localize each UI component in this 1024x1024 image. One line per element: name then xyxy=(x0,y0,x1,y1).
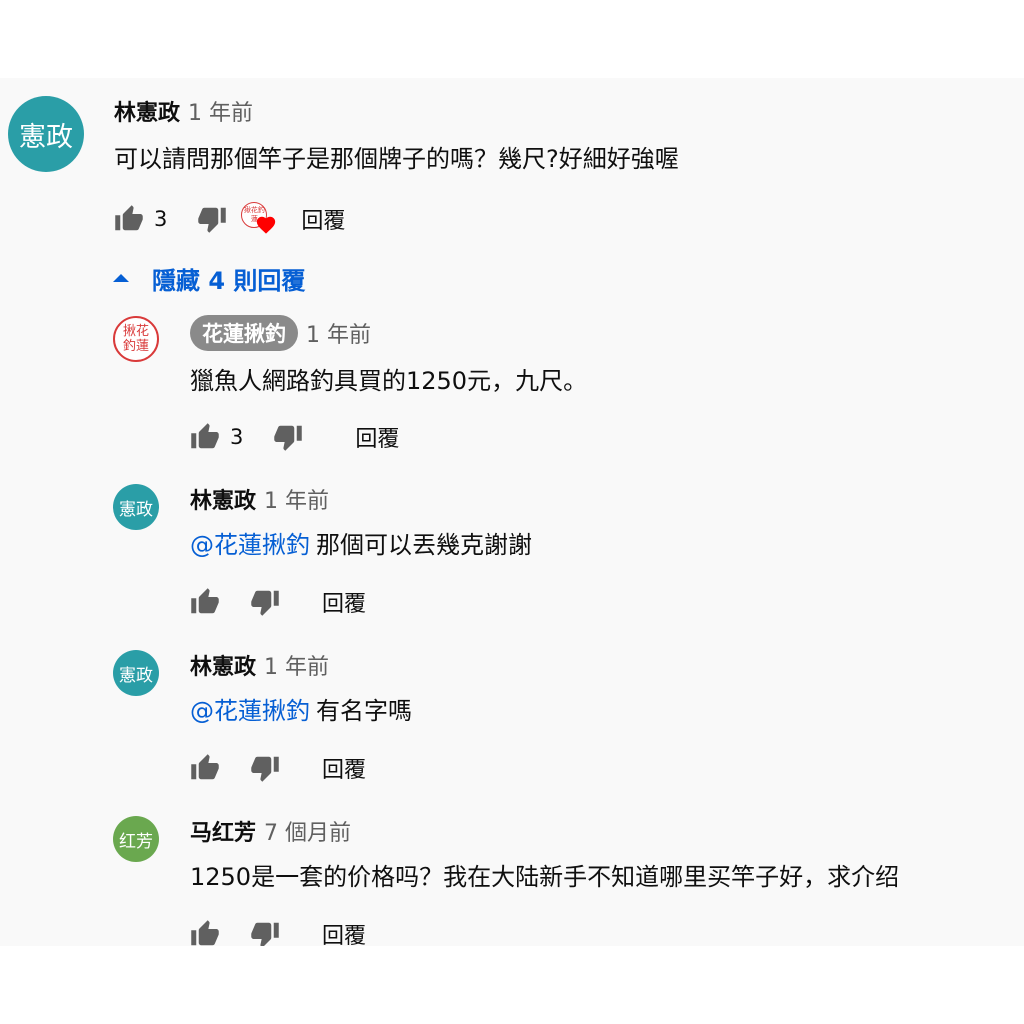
comment-text: 1250是一套的价格吗？我在大陆新手不知道哪里买竿子好，求介绍 xyxy=(190,860,899,894)
caret-up-icon xyxy=(113,274,129,282)
reply-text: 那個可以丟幾克謝謝 xyxy=(316,531,532,559)
like-button[interactable] xyxy=(190,919,220,946)
like-button[interactable] xyxy=(190,422,220,452)
thumb-up-icon xyxy=(191,588,219,614)
reply-comment: 揪花釣蓮 花蓮揪釣 1 年前 獵魚人網路釣具買的1250元，九尺。 3 回覆 xyxy=(0,306,1024,466)
timestamp[interactable]: 1 年前 xyxy=(264,649,329,681)
avatar-text: 憲政 xyxy=(119,665,153,686)
reply-text: 有名字嗎 xyxy=(316,697,412,725)
timestamp[interactable]: 1 年前 xyxy=(264,483,329,515)
thumb-down-icon xyxy=(198,207,227,233)
comments-panel: 憲政 林憲政 1 年前 可以請問那個竿子是那個牌子的嗎？幾尺?好細好強喔 3 揪… xyxy=(0,78,1024,946)
author-name[interactable]: 林憲政 xyxy=(190,483,256,515)
reply-button[interactable]: 回覆 xyxy=(322,752,366,784)
comment-text: 獵魚人網路釣具買的1250元，九尺。 xyxy=(190,364,587,398)
reply-text: 1250是一套的价格吗？我在大陆新手不知道哪里买竿子好，求介绍 xyxy=(190,863,900,891)
comment-header: 林憲政 1 年前 xyxy=(114,94,253,128)
timestamp[interactable]: 1 年前 xyxy=(306,317,371,349)
like-button[interactable] xyxy=(114,204,144,234)
like-count: 3 xyxy=(154,207,168,231)
dislike-button[interactable] xyxy=(250,753,280,783)
thumb-up-icon xyxy=(191,754,219,780)
comment-actions: 回覆 xyxy=(190,751,366,785)
avatar[interactable]: 憲政 xyxy=(113,650,159,696)
reply-text: 獵魚人網路釣具買的1250元，九尺。 xyxy=(190,367,588,395)
author-name[interactable]: 林憲政 xyxy=(190,649,256,681)
hide-replies-toggle[interactable]: 隱藏 4 則回覆 xyxy=(112,261,305,295)
timestamp[interactable]: 7 個月前 xyxy=(264,815,351,847)
reply-button[interactable]: 回覆 xyxy=(322,918,366,946)
avatar[interactable]: 憲政 xyxy=(113,484,159,530)
reply-button[interactable]: 回覆 xyxy=(355,421,399,453)
thumb-down-icon xyxy=(251,756,279,782)
thumb-up-icon xyxy=(191,920,219,946)
creator-heart-badge: 揪花釣蓮 xyxy=(241,202,276,236)
avatar-text: 憲政 xyxy=(119,499,153,520)
comment-header: 林憲政 1 年前 xyxy=(190,648,329,682)
comment-text: 可以請問那個竿子是那個牌子的嗎？幾尺?好細好強喔 xyxy=(114,145,679,173)
dislike-button[interactable] xyxy=(273,422,303,452)
mention-link[interactable]: @花蓮揪釣 xyxy=(190,531,310,559)
timestamp[interactable]: 1 年前 xyxy=(188,95,253,127)
like-button[interactable] xyxy=(190,753,220,783)
mention-link[interactable]: @花蓮揪釣 xyxy=(190,697,310,725)
avatar[interactable]: 憲政 xyxy=(8,96,84,172)
dislike-button[interactable] xyxy=(250,587,280,617)
comment-header: 马红芳 7 個月前 xyxy=(190,814,351,848)
avatar[interactable]: 揪花釣蓮 xyxy=(113,316,159,362)
reply-button[interactable]: 回覆 xyxy=(301,203,345,235)
thumb-down-icon xyxy=(251,590,279,616)
comment-header: 林憲政 1 年前 xyxy=(190,482,329,516)
comment-thread: 憲政 林憲政 1 年前 可以請問那個竿子是那個牌子的嗎？幾尺?好細好強喔 3 揪… xyxy=(0,78,1024,258)
author-name[interactable]: 花蓮揪釣 xyxy=(190,315,298,351)
dislike-button[interactable] xyxy=(197,204,227,234)
comment-text: @花蓮揪釣 那個可以丟幾克謝謝 xyxy=(190,528,532,562)
reply-comment: 红芳 马红芳 7 個月前 1250是一套的价格吗？我在大陆新手不知道哪里买竿子好… xyxy=(0,804,1024,946)
avatar[interactable]: 红芳 xyxy=(113,816,159,862)
comment-header: 花蓮揪釣 1 年前 xyxy=(190,315,371,351)
hide-replies-label: 隱藏 4 則回覆 xyxy=(152,266,306,295)
reply-comment: 憲政 林憲政 1 年前 @花蓮揪釣 有名字嗎 回覆 xyxy=(0,638,1024,798)
avatar-text: 揪花釣蓮 xyxy=(122,324,149,354)
comment-actions: 3 回覆 xyxy=(190,420,399,454)
avatar-text: 憲政 xyxy=(19,121,73,153)
reply-comment: 憲政 林憲政 1 年前 @花蓮揪釣 那個可以丟幾克謝謝 回覆 xyxy=(0,472,1024,632)
dislike-button[interactable] xyxy=(250,919,280,946)
comment-actions: 3 揪花釣蓮 回覆 xyxy=(114,202,345,236)
comment-text: @花蓮揪釣 有名字嗎 xyxy=(190,694,412,728)
author-name[interactable]: 马红芳 xyxy=(190,815,256,847)
heart-icon xyxy=(257,216,276,234)
thumb-up-icon xyxy=(115,205,143,231)
like-count: 3 xyxy=(230,425,244,449)
comment-actions: 回覆 xyxy=(190,917,366,946)
reply-button[interactable]: 回覆 xyxy=(322,586,366,618)
thumb-down-icon xyxy=(274,425,303,451)
thumb-up-icon xyxy=(191,423,219,449)
thumb-down-icon xyxy=(251,922,279,946)
like-button[interactable] xyxy=(190,587,220,617)
avatar-text: 红芳 xyxy=(119,831,153,852)
author-name[interactable]: 林憲政 xyxy=(114,95,180,127)
comment-actions: 回覆 xyxy=(190,585,366,619)
